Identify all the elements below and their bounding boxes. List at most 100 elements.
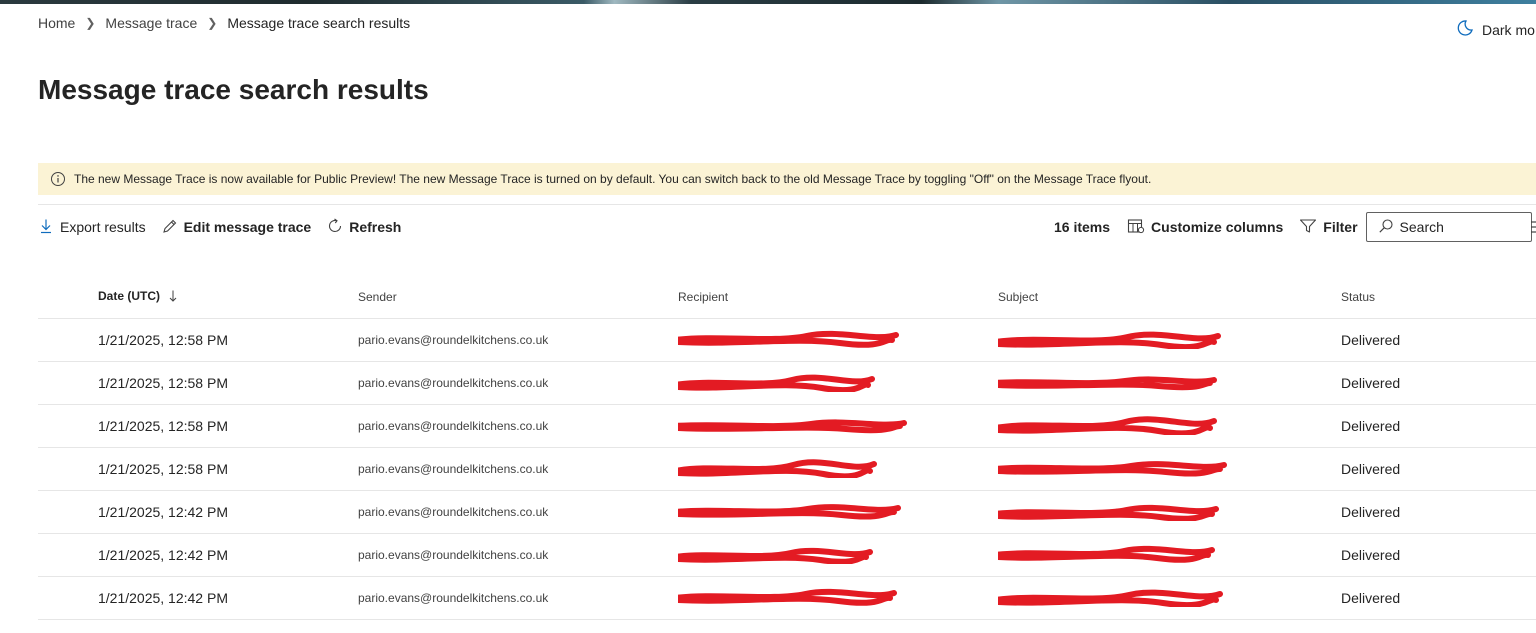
column-header-sender[interactable]: Sender xyxy=(358,276,678,319)
redaction-mark xyxy=(678,419,907,434)
cell-date: 1/21/2025, 12:42 PM xyxy=(38,490,358,534)
cell-status: Delivered xyxy=(1341,533,1536,577)
command-bar-right: 16 items Customize columns Filter xyxy=(1054,210,1532,244)
items-count: 16 items xyxy=(1054,219,1111,235)
cell-status: Delivered xyxy=(1341,404,1536,448)
table-row[interactable]: 1/21/2025, 12:42 PM pario.evans@roundelki… xyxy=(38,490,1536,534)
edit-message-trace-label: Edit message trace xyxy=(183,219,312,235)
redaction-mark xyxy=(678,504,901,520)
pencil-icon xyxy=(162,218,178,237)
moon-icon xyxy=(1456,19,1474,40)
table-row[interactable]: 1/21/2025, 12:42 PM pario.evans@roundelki… xyxy=(38,576,1536,620)
search-icon xyxy=(1378,218,1394,237)
cell-status: Delivered xyxy=(1341,447,1536,491)
results-table: Date (UTC) Sender Recipient Subject Stat… xyxy=(38,276,1536,620)
filter-icon xyxy=(1299,218,1317,237)
cell-subject-redacted xyxy=(998,318,1341,362)
page-title: Message trace search results xyxy=(38,74,429,105)
cell-sender: pario.evans@roundelkitchens.co.uk xyxy=(358,533,678,577)
more-lines-icon[interactable] xyxy=(1528,220,1536,239)
breadcrumb-current: Message trace search results xyxy=(227,15,411,31)
column-header-recipient[interactable]: Recipient xyxy=(678,276,998,319)
search-input[interactable] xyxy=(1399,219,1520,235)
refresh-label: Refresh xyxy=(349,219,402,235)
column-header-status[interactable]: Status xyxy=(1341,276,1536,319)
customize-columns-button[interactable]: Customize columns xyxy=(1127,218,1283,237)
chevron-right-icon: ❯ xyxy=(207,16,218,30)
dark-mode-toggle[interactable]: Dark mo xyxy=(1456,19,1535,40)
edit-message-trace-button[interactable]: Edit message trace xyxy=(162,218,312,237)
refresh-icon xyxy=(327,218,343,237)
column-header-date-label: Date (UTC) xyxy=(98,289,160,304)
redaction-mark xyxy=(998,331,1221,349)
cell-sender: pario.evans@roundelkitchens.co.uk xyxy=(358,490,678,534)
search-box[interactable] xyxy=(1365,212,1532,242)
table-row[interactable]: 1/21/2025, 12:58 PM pario.evans@roundelki… xyxy=(38,447,1536,491)
table-header-row: Date (UTC) Sender Recipient Subject Stat… xyxy=(38,276,1536,319)
redaction-mark xyxy=(998,545,1215,563)
filter-label: Filter xyxy=(1323,219,1358,235)
sort-down-icon xyxy=(169,290,177,305)
redaction-mark xyxy=(678,459,877,478)
redaction-mark xyxy=(678,330,899,348)
cell-sender: pario.evans@roundelkitchens.co.uk xyxy=(358,576,678,620)
export-results-button[interactable]: Export results xyxy=(38,218,146,237)
cell-date: 1/21/2025, 12:58 PM xyxy=(38,447,358,491)
column-header-date[interactable]: Date (UTC) xyxy=(38,276,358,319)
redaction-mark xyxy=(998,461,1227,477)
divider xyxy=(38,204,1536,205)
cell-recipient-redacted xyxy=(678,490,998,534)
cell-subject-redacted xyxy=(998,361,1341,405)
cell-status: Delivered xyxy=(1341,318,1536,362)
cell-date: 1/21/2025, 12:42 PM xyxy=(38,576,358,620)
cell-status: Delivered xyxy=(1341,490,1536,534)
cell-recipient-redacted xyxy=(678,576,998,620)
cell-subject-redacted xyxy=(998,533,1341,577)
cell-subject-redacted xyxy=(998,404,1341,448)
redaction-mark xyxy=(678,547,873,564)
cell-recipient-redacted xyxy=(678,404,998,448)
filter-button[interactable]: Filter xyxy=(1299,218,1358,237)
export-results-label: Export results xyxy=(60,219,146,235)
banner-text: The new Message Trace is now available f… xyxy=(74,172,1152,186)
table-row[interactable]: 1/21/2025, 12:58 PM pario.evans@roundelki… xyxy=(38,404,1536,448)
cell-recipient-redacted xyxy=(678,361,998,405)
info-banner: The new Message Trace is now available f… xyxy=(38,163,1536,195)
redaction-mark xyxy=(998,416,1217,435)
cell-sender: pario.evans@roundelkitchens.co.uk xyxy=(358,447,678,491)
breadcrumb-message-trace[interactable]: Message trace xyxy=(105,15,197,31)
header-background-strip xyxy=(0,0,1536,4)
table-row[interactable]: 1/21/2025, 12:42 PM pario.evans@roundelki… xyxy=(38,533,1536,577)
cell-date: 1/21/2025, 12:58 PM xyxy=(38,404,358,448)
table-row[interactable]: 1/21/2025, 12:58 PM pario.evans@roundelki… xyxy=(38,361,1536,405)
cell-recipient-redacted xyxy=(678,447,998,491)
redaction-mark xyxy=(678,588,897,606)
breadcrumb: Home ❯ Message trace ❯ Message trace sea… xyxy=(38,14,410,32)
cell-subject-redacted xyxy=(998,490,1341,534)
redaction-mark xyxy=(998,376,1217,391)
cell-status: Delivered xyxy=(1341,576,1536,620)
cell-subject-redacted xyxy=(998,447,1341,491)
cell-sender: pario.evans@roundelkitchens.co.uk xyxy=(358,361,678,405)
refresh-button[interactable]: Refresh xyxy=(327,218,401,237)
command-bar: Export results Edit message trace Refres… xyxy=(38,214,417,240)
cell-subject-redacted xyxy=(998,576,1341,620)
redaction-mark xyxy=(998,504,1219,521)
cell-status: Delivered xyxy=(1341,361,1536,405)
redaction-mark xyxy=(998,589,1223,607)
redaction-mark xyxy=(678,374,875,392)
cell-sender: pario.evans@roundelkitchens.co.uk xyxy=(358,404,678,448)
cell-recipient-redacted xyxy=(678,318,998,362)
table-row[interactable]: 1/21/2025, 12:58 PM pario.evans@roundelki… xyxy=(38,318,1536,362)
column-header-subject[interactable]: Subject xyxy=(998,276,1341,319)
cell-recipient-redacted xyxy=(678,533,998,577)
dark-mode-label: Dark mo xyxy=(1482,21,1535,38)
info-icon xyxy=(50,171,66,187)
cell-date: 1/21/2025, 12:42 PM xyxy=(38,533,358,577)
download-icon xyxy=(38,218,54,237)
breadcrumb-home[interactable]: Home xyxy=(38,15,75,31)
cell-date: 1/21/2025, 12:58 PM xyxy=(38,361,358,405)
customize-columns-label: Customize columns xyxy=(1151,219,1284,235)
cell-sender: pario.evans@roundelkitchens.co.uk xyxy=(358,318,678,362)
cell-date: 1/21/2025, 12:58 PM xyxy=(38,318,358,362)
